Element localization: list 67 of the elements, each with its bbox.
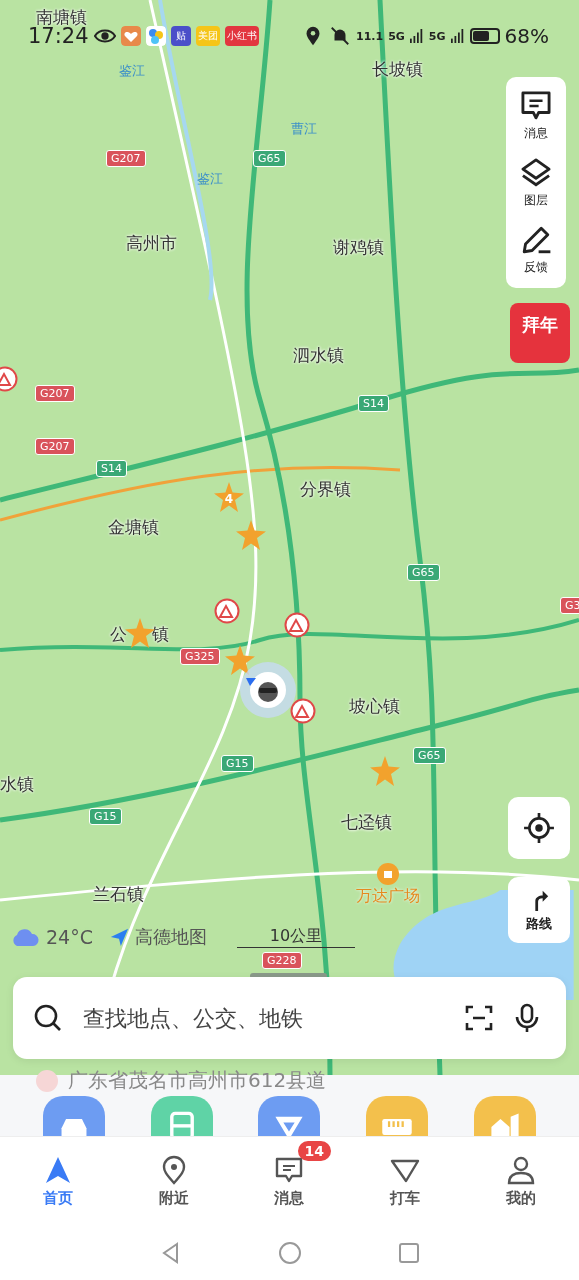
scan-icon[interactable] (464, 1003, 494, 1033)
construction-icon[interactable] (284, 612, 310, 638)
road-shield: G65 (413, 747, 446, 764)
river-label: 鉴江 (197, 170, 223, 188)
road-shield: S14 (358, 395, 389, 412)
signal-icon (409, 28, 424, 44)
app-notification-icon: 小红书 (224, 26, 259, 46)
tab-button[interactable]: 附近 (115, 1137, 232, 1225)
temperature: 24°C (46, 926, 93, 948)
river-label: 鉴江 (119, 62, 145, 80)
place-label: 谢鸡镇 (333, 236, 384, 259)
place-label: 坡心镇 (349, 695, 400, 718)
tab-button[interactable]: 消息 14 (231, 1137, 348, 1225)
place-label: 南塘镇 (36, 6, 87, 27)
map-tool-button[interactable]: 消息 (506, 85, 566, 146)
network-type: 5G (428, 29, 446, 43)
place-label: 金塘镇 (108, 516, 159, 539)
cloud-icon (10, 927, 40, 947)
location-avatar-icon (238, 660, 298, 720)
place-label: 泗水镇 (293, 344, 344, 367)
construction-icon[interactable] (290, 698, 316, 724)
road-shield: G65 (407, 564, 440, 581)
battery-icon (469, 28, 500, 44)
signal-icon (450, 28, 465, 44)
shopping-pin-icon[interactable] (376, 862, 400, 886)
search-field[interactable]: 查找地点、公交、地铁 (81, 1004, 446, 1032)
tab-button[interactable]: 打车 (347, 1137, 464, 1225)
home-icon[interactable] (277, 1240, 302, 1265)
current-address: 广东省茂名市高州市612县道 (68, 1067, 327, 1094)
road-shield: G207 (35, 438, 75, 455)
place-label: 水镇 (0, 773, 34, 796)
tab-button[interactable]: 首页 (0, 1137, 116, 1225)
network-type: 5G (388, 29, 405, 43)
road-shield: G65 (253, 150, 286, 167)
road-shield: G325 (180, 648, 220, 665)
road-shield: G15 (221, 755, 254, 772)
road-shield: G3 (560, 597, 579, 614)
locate-icon (523, 812, 555, 844)
recent-apps-icon[interactable] (396, 1240, 421, 1265)
map-tool-button[interactable]: 图层 (506, 152, 566, 213)
app-notification-icon: 贴 (170, 26, 191, 46)
app-notification-icon: 美团 (195, 26, 220, 46)
place-label: 分界镇 (300, 478, 351, 501)
search-icon (33, 1003, 63, 1033)
construction-icon[interactable] (214, 598, 240, 624)
tab-button[interactable]: 我的 (463, 1137, 579, 1225)
road-shield: G207 (35, 385, 75, 402)
brand-label: 高德地图 (134, 925, 207, 949)
bell-muted-icon (329, 25, 352, 47)
road-shield: G228 (262, 952, 302, 969)
map-tool-button[interactable]: 反馈 (506, 219, 566, 280)
place-label: 公 (110, 623, 127, 646)
promo-button[interactable]: 拜年 (510, 303, 570, 363)
place-label: 兰石镇 (93, 883, 144, 906)
locate-button[interactable] (508, 797, 570, 859)
route-button[interactable]: 路线 (508, 877, 570, 943)
road-shield: G15 (89, 808, 122, 825)
map-scale: 10公里 (236, 926, 355, 948)
place-label: 镇 (152, 623, 169, 646)
battery-percent: 68% (504, 24, 549, 48)
road-shield: S14 (96, 460, 127, 477)
river-label: 曹江 (291, 120, 317, 138)
road-shield: G207 (106, 150, 146, 167)
unread-count-badge: 14 (297, 1141, 332, 1161)
place-label: 七迳镇 (341, 811, 392, 834)
person-icon (506, 1154, 537, 1185)
place-label: 高州市 (126, 232, 177, 255)
